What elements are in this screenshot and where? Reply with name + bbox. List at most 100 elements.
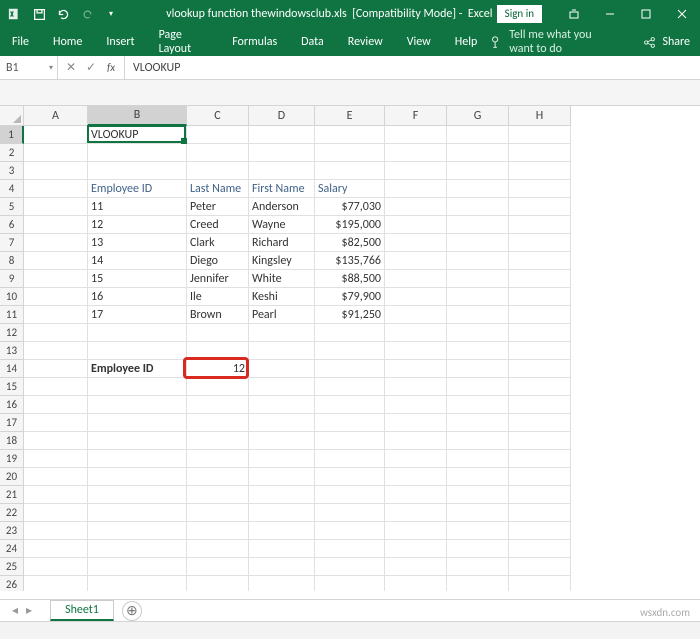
cell[interactable]	[187, 162, 249, 180]
cell[interactable]	[385, 360, 447, 378]
cell[interactable]	[385, 576, 447, 591]
cell[interactable]	[88, 396, 187, 414]
cell[interactable]: $79,900	[315, 288, 385, 306]
cell[interactable]	[385, 270, 447, 288]
cell[interactable]	[24, 360, 88, 378]
cell[interactable]	[88, 504, 187, 522]
row-header[interactable]: 21	[0, 486, 24, 504]
cell[interactable]	[509, 576, 571, 591]
row-header[interactable]: 26	[0, 576, 24, 591]
save-icon[interactable]	[28, 3, 50, 25]
cell[interactable]	[509, 234, 571, 252]
cell[interactable]	[385, 252, 447, 270]
cell[interactable]	[509, 306, 571, 324]
cell[interactable]	[24, 558, 88, 576]
cell[interactable]	[447, 468, 509, 486]
cell[interactable]	[24, 468, 88, 486]
tellme-input[interactable]: Tell me what you want to do	[509, 28, 616, 56]
cell[interactable]	[509, 270, 571, 288]
cell[interactable]	[249, 522, 315, 540]
namebox-dropdown-icon[interactable]: ▾	[49, 63, 53, 73]
sheet-nav-next-icon[interactable]: ▸	[22, 603, 36, 618]
cell[interactable]	[24, 450, 88, 468]
cell[interactable]	[509, 252, 571, 270]
cell[interactable]	[24, 252, 88, 270]
cell[interactable]	[315, 540, 385, 558]
cell[interactable]	[249, 324, 315, 342]
cell[interactable]: Employee ID	[88, 180, 187, 198]
cell[interactable]	[249, 414, 315, 432]
cell[interactable]	[88, 540, 187, 558]
cell[interactable]	[509, 558, 571, 576]
cell[interactable]: 16	[88, 288, 187, 306]
cell[interactable]	[315, 576, 385, 591]
cell[interactable]	[385, 162, 447, 180]
cell[interactable]	[88, 144, 187, 162]
tab-formulas[interactable]: Formulas	[220, 28, 289, 56]
qat-more-icon[interactable]: ▾	[100, 3, 122, 25]
cell[interactable]: Brown	[187, 306, 249, 324]
tab-help[interactable]: Help	[443, 28, 490, 56]
cell[interactable]	[509, 486, 571, 504]
cell[interactable]: Employee ID	[88, 360, 187, 378]
cell[interactable]: Clark	[187, 234, 249, 252]
cell[interactable]	[447, 432, 509, 450]
cell[interactable]	[509, 342, 571, 360]
cell[interactable]	[315, 126, 385, 144]
cell[interactable]	[447, 378, 509, 396]
select-all-button[interactable]	[0, 106, 24, 126]
cell[interactable]: First Name	[249, 180, 315, 198]
cell[interactable]: $195,000	[315, 216, 385, 234]
cell[interactable]	[88, 378, 187, 396]
cell[interactable]	[447, 234, 509, 252]
cell[interactable]	[447, 342, 509, 360]
cell[interactable]	[509, 432, 571, 450]
cell[interactable]	[249, 504, 315, 522]
row-header[interactable]: 20	[0, 468, 24, 486]
cell[interactable]	[315, 360, 385, 378]
maximize-icon[interactable]	[628, 0, 664, 28]
cell[interactable]: VLOOKUP	[88, 126, 187, 144]
cell[interactable]	[509, 396, 571, 414]
cell[interactable]	[249, 126, 315, 144]
cell[interactable]	[24, 234, 88, 252]
cell[interactable]	[385, 144, 447, 162]
cell[interactable]	[509, 378, 571, 396]
cell[interactable]	[385, 288, 447, 306]
name-box[interactable]: B1▾	[0, 56, 58, 79]
cell[interactable]	[315, 558, 385, 576]
cell[interactable]	[24, 216, 88, 234]
row-header[interactable]: 12	[0, 324, 24, 342]
cell[interactable]: Jennifer	[187, 270, 249, 288]
row-header[interactable]: 10	[0, 288, 24, 306]
row-header[interactable]: 23	[0, 522, 24, 540]
row-header[interactable]: 13	[0, 342, 24, 360]
enter-edit-icon[interactable]: ✓	[82, 59, 100, 77]
cell[interactable]	[187, 342, 249, 360]
cell[interactable]	[249, 396, 315, 414]
cell[interactable]	[385, 468, 447, 486]
cell[interactable]	[88, 558, 187, 576]
cell[interactable]: $77,030	[315, 198, 385, 216]
close-icon[interactable]	[664, 0, 700, 28]
minimize-icon[interactable]	[592, 0, 628, 28]
cell[interactable]: Wayne	[249, 216, 315, 234]
tab-home[interactable]: Home	[41, 28, 94, 56]
cell[interactable]	[24, 576, 88, 591]
cell[interactable]	[24, 414, 88, 432]
tab-insert[interactable]: Insert	[94, 28, 146, 56]
cell[interactable]	[88, 522, 187, 540]
row-header[interactable]: 4	[0, 180, 24, 198]
tab-data[interactable]: Data	[289, 28, 336, 56]
cell[interactable]	[187, 576, 249, 591]
cell[interactable]	[447, 540, 509, 558]
row-header[interactable]: 8	[0, 252, 24, 270]
cell[interactable]	[385, 540, 447, 558]
cell[interactable]	[447, 144, 509, 162]
cell[interactable]	[315, 162, 385, 180]
cell[interactable]	[315, 414, 385, 432]
cell[interactable]	[187, 324, 249, 342]
cell[interactable]	[447, 198, 509, 216]
column-header[interactable]: B	[88, 106, 187, 126]
cell[interactable]: Pearl	[249, 306, 315, 324]
